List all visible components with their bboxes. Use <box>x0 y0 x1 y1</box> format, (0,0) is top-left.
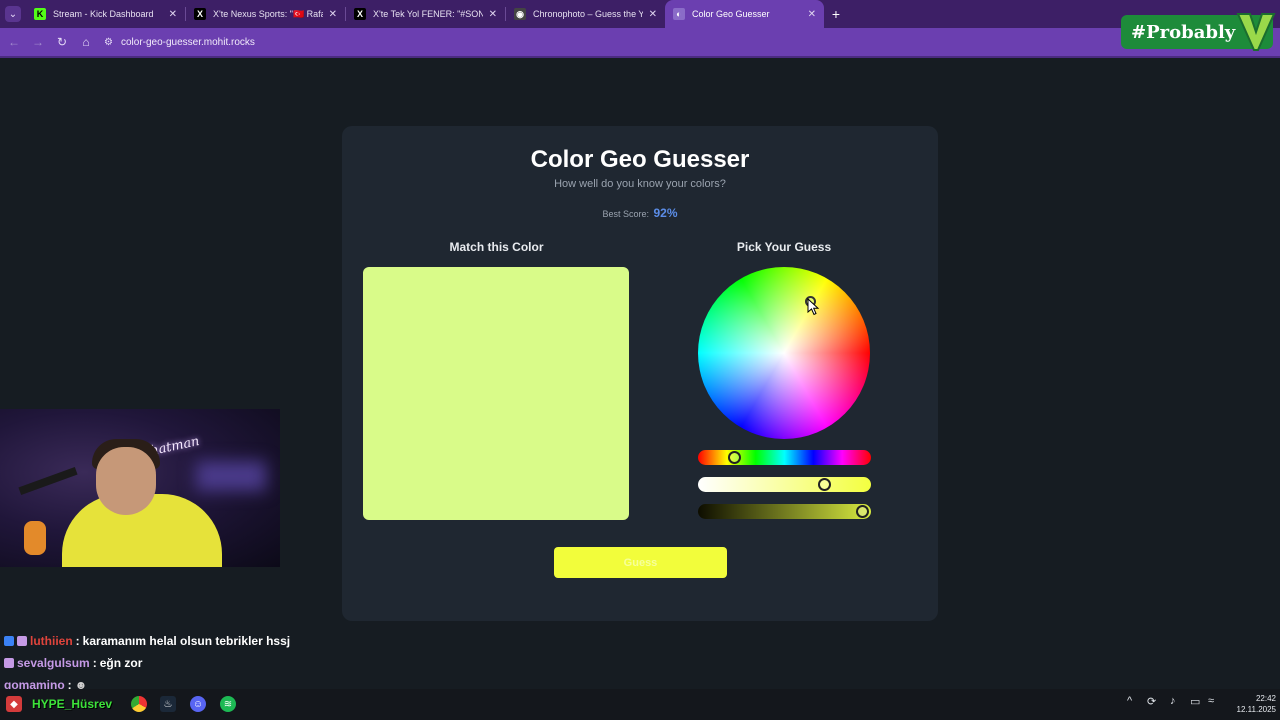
chat-text: karamanım helal olsun tebrikler hssj <box>82 634 291 648</box>
chat-text: eğn zor <box>99 656 143 670</box>
x-icon: X <box>354 8 366 20</box>
game-subtitle: How well do you know your colors? <box>554 178 726 190</box>
start-icon[interactable]: ◆ <box>6 696 22 712</box>
wifi-icon[interactable]: ≈ <box>1208 695 1214 707</box>
mouse-pointer-icon <box>807 298 820 316</box>
tab-title: X'te Tek Yol FENER: "#SONDAKİ <box>373 9 483 19</box>
tab-title: Stream - Kick Dashboard <box>53 9 154 19</box>
close-tab-icon[interactable]: ✕ <box>808 9 816 20</box>
guess-button[interactable]: Guess <box>554 547 727 578</box>
probably-logo-icon <box>1236 13 1276 51</box>
color-wheel-picker[interactable] <box>698 267 870 439</box>
x-icon: X <box>194 8 206 20</box>
saturation-slider[interactable] <box>698 477 871 492</box>
forward-button[interactable]: → <box>26 28 50 56</box>
brightness-slider-handle[interactable] <box>856 505 870 518</box>
system-clock[interactable]: 22:42 12.11.2025 <box>1222 693 1276 715</box>
chevron-down-icon: ⌄ <box>5 6 21 22</box>
browser-tab[interactable]: ◉ Chronophoto – Guess the Year ✕ <box>506 0 665 28</box>
streamer-head <box>96 447 156 515</box>
browser-tab[interactable]: X X'te Nexus Sports: "🇹🇷 Rafa Silv ✕ <box>186 0 345 28</box>
spotify-icon[interactable]: ≋ <box>220 696 236 712</box>
clock-time: 22:42 <box>1255 694 1276 703</box>
best-score-value: 92% <box>653 206 678 220</box>
close-tab-icon[interactable]: ✕ <box>169 9 177 20</box>
chat-badge-icon <box>4 636 14 646</box>
mic-arm <box>18 466 78 496</box>
site-settings-icon[interactable]: ⚙ <box>104 37 113 48</box>
hue-slider[interactable] <box>698 450 871 465</box>
microphone-icon[interactable]: ♪ <box>1170 695 1176 707</box>
chrome-icon[interactable] <box>131 696 147 712</box>
chat-separator: : <box>75 634 80 648</box>
browser-tab[interactable]: K Stream - Kick Dashboard ✕ <box>26 0 185 28</box>
best-score: Best Score: 92% <box>342 206 938 220</box>
chevron-up-icon[interactable]: ^ <box>1127 695 1132 707</box>
tab-title: Color Geo Guesser <box>692 9 770 19</box>
address-bar-row: ← → ↻ ⌂ ⚙ color-geo-guesser.mohit.rocks <box>0 28 1280 56</box>
browser-tab[interactable]: X X'te Tek Yol FENER: "#SONDAKİ ✕ <box>346 0 505 28</box>
kick-icon: K <box>34 8 46 20</box>
tab-search-button[interactable]: ⌄ <box>0 0 26 28</box>
game-card: Color Geo Guesser How well do you know y… <box>342 126 938 621</box>
address-field[interactable]: ⚙ color-geo-guesser.mohit.rocks <box>104 37 255 48</box>
url-text: color-geo-guesser.mohit.rocks <box>120 36 255 48</box>
browser-tab[interactable]: ◐ Color Geo Guesser ✕ <box>665 0 824 28</box>
stream-chat: luthiien: karamanım helal olsun tebrikler… <box>4 630 290 696</box>
clock-date: 12.11.2025 <box>1236 705 1276 714</box>
taskbar: ◆ HYPE_Hüsrev ♨ ☺ ≋ ^ ⟳ ♪ ▭ ≈ 22:42 12.1… <box>0 689 1280 720</box>
tab-title: Chronophoto – Guess the Year <box>533 9 643 19</box>
chat-badge-icon <box>17 636 27 646</box>
back-button[interactable]: ← <box>2 28 26 56</box>
chat-badge-icon <box>4 658 14 668</box>
background-light <box>196 461 266 491</box>
pick-guess-heading: Pick Your Guess <box>736 240 832 254</box>
discord-icon[interactable]: ☺ <box>190 696 206 712</box>
best-score-label: Best Score: <box>602 209 649 219</box>
globe-icon: ◐ <box>673 8 685 20</box>
close-tab-icon[interactable]: ✕ <box>489 9 497 20</box>
chat-separator: : <box>92 656 97 670</box>
toolbar-divider <box>0 56 1280 58</box>
close-tab-icon[interactable]: ✕ <box>649 9 657 20</box>
chat-username[interactable]: luthiien <box>30 634 73 648</box>
game-title: Color Geo Guesser <box>530 146 750 173</box>
tab-title: X'te Nexus Sports: "🇹🇷 Rafa Silv <box>213 8 323 19</box>
home-button[interactable]: ⌂ <box>74 28 98 56</box>
match-color-heading: Match this Color <box>449 240 544 254</box>
new-tab-button[interactable]: + <box>824 0 848 28</box>
brightness-slider[interactable] <box>698 504 871 519</box>
browser-tab-strip: ⌄ K Stream - Kick Dashboard ✕ X X'te Nexus S… <box>0 0 1280 28</box>
chat-message: luthiien: karamanım helal olsun tebrikler… <box>4 630 290 652</box>
microphone <box>24 521 46 555</box>
hype-username: HYPE_Hüsrev <box>32 697 113 711</box>
saturation-slider-handle[interactable] <box>818 478 832 491</box>
display-icon[interactable]: ▭ <box>1190 695 1200 708</box>
steam-icon[interactable]: ♨ <box>160 696 176 712</box>
reload-button[interactable]: ↻ <box>50 28 74 56</box>
probably-text: #Probably <box>1131 21 1236 43</box>
camera-icon: ◉ <box>514 8 526 20</box>
sync-icon[interactable]: ⟳ <box>1147 695 1156 708</box>
target-color-swatch <box>363 267 629 520</box>
chat-message: sevalgulsum: eğn zor <box>4 652 290 674</box>
close-tab-icon[interactable]: ✕ <box>329 9 337 20</box>
webcam-overlay: hatman <box>0 409 280 567</box>
chat-username[interactable]: sevalgulsum <box>17 656 90 670</box>
hue-slider-handle[interactable] <box>728 451 742 464</box>
